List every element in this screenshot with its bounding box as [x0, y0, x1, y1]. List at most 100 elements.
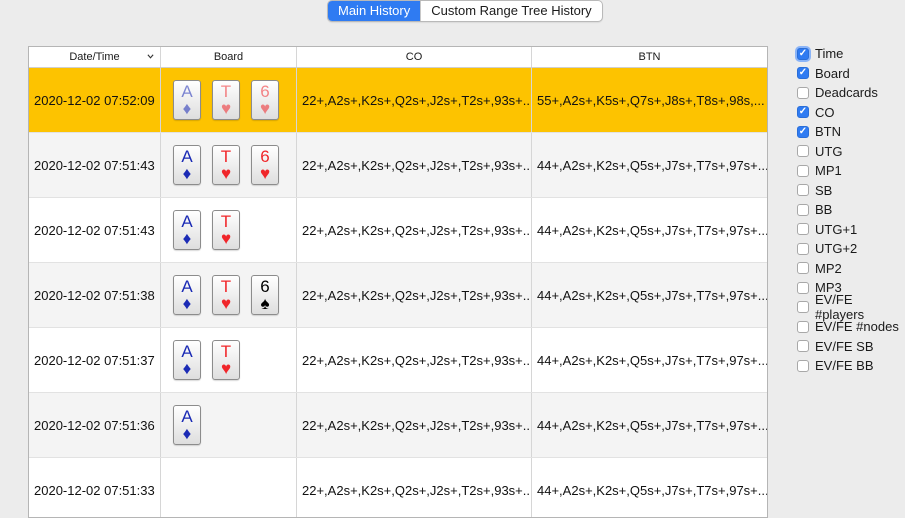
column-header-co[interactable]: CO [297, 47, 532, 67]
checkbox[interactable] [797, 301, 809, 314]
checkbox[interactable] [797, 359, 809, 372]
checkbox[interactable] [797, 184, 809, 197]
checkbox-label: EV/FE #players [814, 292, 865, 323]
column-toggle-mp1[interactable]: MP1 [797, 161, 905, 181]
heart-suit-icon: ♥ [220, 294, 232, 313]
playing-card: T ♥ [212, 340, 240, 380]
checkbox-label: EV/FE SB [815, 338, 874, 354]
checkbox[interactable] [797, 86, 809, 99]
checkbox[interactable] [797, 223, 809, 236]
heart-suit-icon: ♥ [220, 99, 232, 118]
column-toggle-deadcards[interactable]: Deadcards [797, 83, 905, 103]
table-body: 2020-12-02 07:52:09 A ♦ T ♥ 6 ♥ 22+,A2s+,K2s+,Q… [29, 68, 767, 517]
column-toggle-mp2[interactable]: MP2 [797, 259, 905, 279]
btn-range-cell: 44+,A2s+,K2s+,Q5s+,J7s+,T7s+,97s+... [537, 417, 767, 433]
tab-custom-range-tree-history[interactable]: Custom Range Tree History [420, 1, 601, 21]
datetime-cell: 2020-12-02 07:51:43 [29, 198, 161, 262]
btn-range-cell: 44+,A2s+,K2s+,Q5s+,J7s+,T7s+,97s+... [537, 157, 767, 173]
playing-card: T ♥ [212, 275, 240, 315]
checkbox[interactable] [797, 340, 809, 353]
checkbox[interactable] [797, 320, 809, 333]
table-row[interactable]: 2020-12-02 07:51:37 A ♦ T ♥ 22+,A2s+,K2s+,Q2s… [29, 328, 767, 393]
checkbox-label: EV/FE BB [815, 358, 874, 374]
table-row[interactable]: 2020-12-02 07:51:38 A ♦ T ♥ 6 ♠ 22+,A2s+,K2s+,Q… [29, 263, 767, 328]
checkmark-icon: ✓ [798, 125, 808, 137]
checkbox[interactable]: ✓ [797, 47, 809, 60]
column-visibility-list: ✓ Time ✓ Board Deadcards ✓ CO ✓ BTN UTG MP1 SB BB UTG… [797, 44, 905, 376]
playing-card: 6 ♠ [251, 275, 279, 315]
checkbox[interactable] [797, 164, 809, 177]
checkbox-label: BTN [815, 124, 841, 140]
view-tabs: Main History Custom Range Tree History [327, 0, 603, 22]
card-rank: T [220, 342, 232, 361]
column-header-board[interactable]: Board [161, 47, 297, 67]
checkbox[interactable] [797, 242, 809, 255]
playing-card: T ♥ [212, 210, 240, 250]
table-row[interactable]: 2020-12-02 07:51:36 A ♦ 22+,A2s+,K2s+,Q2s+,… [29, 393, 767, 458]
checkbox-label: EV/FE #nodes [815, 319, 899, 335]
playing-card: 6 ♥ [251, 80, 279, 120]
table-row[interactable]: 2020-12-02 07:51:43 A ♦ T ♥ 22+,A2s+,K2s+,Q2s… [29, 198, 767, 263]
heart-suit-icon: ♥ [220, 164, 232, 183]
board-cell: A ♦ T ♥ 6 ♥ [161, 68, 297, 132]
card-rank: 6 [260, 147, 270, 166]
checkbox-label: Board [815, 65, 850, 81]
board-cell: A ♦ T ♥ [161, 328, 297, 392]
playing-card: A ♦ [173, 145, 201, 185]
datetime-cell: 2020-12-02 07:51:33 [29, 458, 161, 517]
column-toggle-utg[interactable]: UTG [797, 142, 905, 162]
table-row[interactable]: 2020-12-02 07:52:09 A ♦ T ♥ 6 ♥ 22+,A2s+,K2s+,Q… [29, 68, 767, 133]
column-toggle-time[interactable]: ✓ Time [797, 44, 905, 64]
card-rank: A [181, 82, 193, 101]
card-rank: A [181, 407, 193, 426]
diamond-suit-icon: ♦ [182, 294, 192, 313]
spade-suit-icon: ♠ [260, 294, 270, 313]
column-toggle-ev-fe-sb[interactable]: EV/FE SB [797, 337, 905, 357]
column-toggle-ev-fe-bb[interactable]: EV/FE BB [797, 356, 905, 376]
playing-card: T ♥ [212, 80, 240, 120]
checkbox-label: UTG+1 [815, 221, 858, 237]
card-rank: T [220, 277, 232, 296]
playing-card: A ♦ [173, 405, 201, 445]
column-header-label: Date/Time [69, 51, 120, 63]
checkbox-label: BB [815, 202, 833, 218]
table-row[interactable]: 2020-12-02 07:51:33 22+,A2s+,K2s+,Q2s+,J2… [29, 458, 767, 517]
column-toggle-ev-fe-players[interactable]: EV/FE #players [797, 292, 905, 322]
checkbox[interactable]: ✓ [797, 106, 809, 119]
checkbox[interactable]: ✓ [797, 67, 809, 80]
column-toggle-ev-fe-nodes[interactable]: EV/FE #nodes [797, 317, 905, 337]
checkbox[interactable] [797, 262, 809, 275]
checkmark-icon: ✓ [798, 67, 808, 79]
column-toggle-utg-1[interactable]: UTG+1 [797, 220, 905, 240]
diamond-suit-icon: ♦ [182, 424, 192, 443]
checkmark-icon: ✓ [798, 106, 808, 118]
checkmark-icon: ✓ [798, 47, 808, 59]
heart-suit-icon: ♥ [220, 229, 232, 248]
heart-suit-icon: ♥ [259, 99, 271, 118]
datetime-cell: 2020-12-02 07:51:37 [29, 328, 161, 392]
playing-card: A ♦ [173, 275, 201, 315]
column-header-btn[interactable]: BTN [532, 47, 767, 67]
tab-main-history[interactable]: Main History [328, 1, 421, 21]
column-header-datetime[interactable]: Date/Time [29, 47, 161, 67]
co-range-cell: 22+,A2s+,K2s+,Q2s+,J2s+,T2s+,93s+... [297, 198, 532, 262]
co-range-cell: 22+,A2s+,K2s+,Q2s+,J2s+,T2s+,93s+... [297, 328, 532, 392]
column-toggle-bb[interactable]: BB [797, 200, 905, 220]
co-range-cell: 22+,A2s+,K2s+,Q2s+,J2s+,T2s+,93s+... [297, 263, 532, 327]
checkbox-label: UTG [815, 143, 843, 159]
table-row[interactable]: 2020-12-02 07:51:43 A ♦ T ♥ 6 ♥ 22+,A2s+,K2s+,Q… [29, 133, 767, 198]
chevron-down-icon[interactable] [147, 53, 154, 60]
column-toggle-co[interactable]: ✓ CO [797, 103, 905, 123]
co-range-cell: 22+,A2s+,K2s+,Q2s+,J2s+,T2s+,93s+... [297, 68, 532, 132]
column-toggle-btn[interactable]: ✓ BTN [797, 122, 905, 142]
checkbox-label: Deadcards [815, 85, 878, 101]
checkbox[interactable] [797, 281, 809, 294]
checkbox-label: Time [815, 46, 844, 62]
checkbox-label: CO [815, 104, 835, 120]
column-toggle-board[interactable]: ✓ Board [797, 64, 905, 84]
checkbox[interactable]: ✓ [797, 125, 809, 138]
checkbox[interactable] [797, 203, 809, 216]
checkbox[interactable] [797, 145, 809, 158]
column-toggle-utg-2[interactable]: UTG+2 [797, 239, 905, 259]
column-toggle-sb[interactable]: SB [797, 181, 905, 201]
